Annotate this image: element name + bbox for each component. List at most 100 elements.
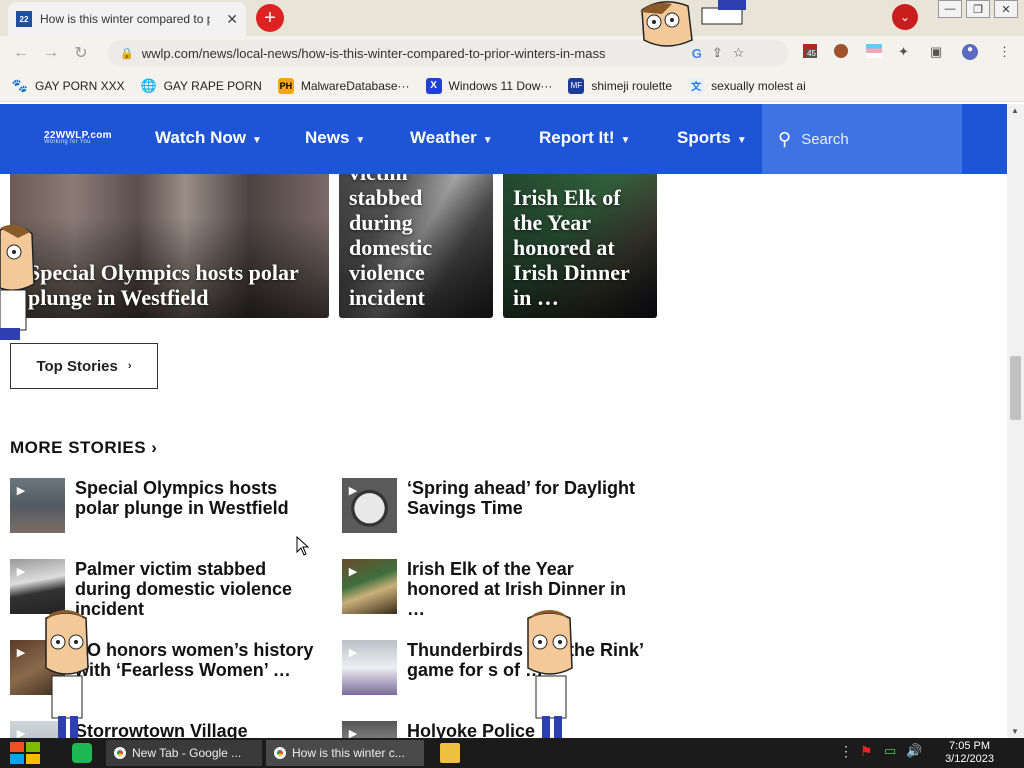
story-thumbnail: ▶ [10, 478, 65, 533]
restore-button[interactable]: ❐ [966, 0, 990, 18]
nav-label: Sports [677, 128, 731, 147]
taskbar: New Tab - Google ... How is this winter … [0, 738, 1024, 768]
chevron-right-icon: › [151, 438, 158, 457]
network-icon[interactable]: ▭ [884, 743, 904, 763]
tray-more-icon[interactable]: ⋮ [836, 743, 856, 763]
page-content: Special Olympics hosts polar plunge in W… [0, 174, 1007, 738]
button-label: Top Stories [36, 357, 118, 375]
nav-watch-now[interactable]: Watch Now ▼ [155, 128, 262, 148]
tab-title: How is this winter compared to prior win… [40, 12, 210, 26]
sidepanel-icon[interactable]: ▣ [930, 44, 942, 60]
story-title[interactable]: Storrowtown Village [75, 721, 315, 738]
extension-flag-icon[interactable] [866, 44, 882, 58]
cartoon-character-overlay[interactable] [40, 610, 94, 738]
lock-icon: 🔒 [120, 47, 134, 60]
bookmark-item[interactable]: 文 sexually molest ai [688, 77, 806, 94]
file-explorer-icon[interactable] [440, 743, 460, 763]
tab-close-icon[interactable]: ✕ [226, 11, 238, 28]
taskbar-window-newtab[interactable]: New Tab - Google ... [106, 740, 262, 766]
scroll-down-icon[interactable]: ▼ [1011, 727, 1019, 736]
story-item[interactable]: ▶ ‘Spring ahead’ for Daylight Savings Ti… [342, 478, 647, 533]
new-tab-button[interactable]: + [256, 4, 284, 32]
globe-icon: 🌐 [140, 77, 157, 93]
chrome-icon [274, 747, 286, 759]
browser-tab-active[interactable]: 22 How is this winter compared to prior … [8, 2, 246, 36]
bookmark-label: GAY RAPE PORN [163, 78, 262, 93]
featured-card[interactable]: victim stabbed during domestic violence … [339, 174, 493, 318]
heading-label: MORE STORIES [10, 438, 147, 457]
clock-date: 3/12/2023 [945, 753, 994, 765]
featured-card[interactable]: Special Olympics hosts polar plunge in W… [10, 174, 329, 318]
featured-card[interactable]: Irish Elk of the Year honored at Irish D… [503, 174, 657, 318]
story-title[interactable]: ‘Spring ahead’ for Daylight Savings Time [407, 478, 647, 533]
site-logo[interactable]: 22WWLP.com Working for You [44, 130, 116, 148]
story-item[interactable]: ▶ Irish Elk of the Year honored at Irish… [342, 559, 647, 619]
play-icon: ▶ [348, 727, 358, 739]
minimize-button[interactable]: — [938, 0, 962, 18]
caret-down-icon: ▼ [355, 135, 366, 146]
story-title[interactable]: Palmer victim stabbed during domestic vi… [75, 559, 315, 619]
profile-avatar[interactable]: ● [962, 44, 978, 60]
play-icon: ▶ [348, 484, 358, 497]
close-window-button[interactable]: ✕ [994, 0, 1018, 18]
spotify-icon[interactable] [72, 743, 92, 763]
volume-icon[interactable]: 🔊 [906, 743, 926, 763]
nav-news[interactable]: News ▼ [305, 128, 365, 148]
more-stories-heading[interactable]: MORE STORIES › [10, 438, 157, 458]
bookmark-item[interactable]: 🐾 GAY PORN XXX [12, 78, 125, 94]
search-icon[interactable]: ⚲ [778, 129, 791, 150]
scrollbar-thumb[interactable] [1010, 356, 1021, 420]
paw-icon: 🐾 [11, 77, 29, 93]
flag-icon[interactable]: ⚑ [860, 743, 880, 763]
featured-caption: victim stabbed during domestic violence … [349, 174, 433, 310]
story-item[interactable]: ▶ Thunderbirds ‘ ’ in the Rink’ game for… [342, 640, 647, 695]
browser-tabstrip: 22 How is this winter compared to prior … [0, 0, 1024, 36]
translate-icon: 文 [688, 77, 705, 94]
play-icon: ▶ [16, 484, 26, 497]
play-icon: ▶ [16, 646, 26, 659]
top-stories-button[interactable]: Top Stories › [10, 343, 158, 389]
featured-caption: Special Olympics hosts polar plunge in W… [28, 260, 299, 310]
system-clock[interactable]: 7:05 PM 3/12/2023 [945, 740, 994, 766]
page-scrollbar[interactable]: ▲ ▼ [1007, 104, 1024, 738]
cartoon-character-overlay[interactable] [622, 0, 750, 50]
bookmark-item[interactable]: X Windows 11 Dow··· [425, 77, 552, 94]
play-icon: ▶ [16, 565, 26, 578]
caret-down-icon: ▼ [251, 135, 262, 146]
story-item[interactable]: ▶ Holyoke Police investigating [342, 721, 647, 738]
nav-weather[interactable]: Weather ▼ [410, 128, 493, 148]
chevron-right-icon: › [127, 360, 132, 372]
bookmark-item[interactable]: MF shimeji roulette [568, 77, 672, 94]
search-input[interactable] [801, 130, 952, 148]
story-thumbnail: ▶ [342, 721, 397, 738]
extensions-puzzle-icon[interactable]: ✦ [898, 44, 909, 60]
caret-down-icon: ▼ [620, 135, 631, 146]
extension-badge-icon[interactable]: 45 [803, 44, 817, 58]
bookmark-item[interactable]: 🌐 GAY RAPE PORN [141, 78, 262, 94]
menu-kebab-icon[interactable]: ⋮ [998, 44, 1011, 60]
nav-label: Weather [410, 128, 477, 147]
story-item[interactable]: ▶ Special Olympics hosts polar plunge in… [10, 478, 315, 533]
nav-sports[interactable]: Sports ▼ [677, 128, 747, 148]
bookmark-item[interactable]: PH MalwareDatabase··· [277, 77, 410, 94]
cartoon-character-overlay[interactable] [0, 224, 40, 340]
cartoon-character-overlay[interactable] [522, 610, 578, 738]
start-windows-icon[interactable] [8, 741, 42, 765]
nav-report-it[interactable]: Report It! ▼ [539, 128, 630, 148]
browser-toolbar: ← → ↻ 🔒 wwlp.com/news/local-news/how-is-… [0, 36, 1024, 70]
forward-icon[interactable]: → [36, 44, 66, 62]
story-title[interactable]: Special Olympics hosts polar plunge in W… [75, 478, 315, 533]
site-search: ⚲ [762, 104, 962, 174]
taskbar-window-article[interactable]: How is this winter c... [266, 740, 424, 766]
extension-badge-count: 45 [806, 49, 817, 58]
story-title[interactable]: SO honors women’s history with ‘Fearless… [75, 640, 315, 695]
reload-icon[interactable]: ↻ [66, 43, 96, 63]
site-header: 22WWLP.com Working for You Watch Now ▼ New… [0, 104, 1007, 174]
mouse-cursor-icon [296, 536, 310, 556]
tab-search-button[interactable]: ⌄ [892, 4, 918, 30]
url-text: wwlp.com/news/local-news/how-is-this-win… [141, 45, 606, 61]
extension-avatar-icon[interactable] [834, 44, 848, 58]
screen: 22 How is this winter compared to prior … [0, 0, 1024, 768]
scroll-up-icon[interactable]: ▲ [1011, 106, 1019, 115]
back-icon[interactable]: ← [6, 44, 36, 62]
